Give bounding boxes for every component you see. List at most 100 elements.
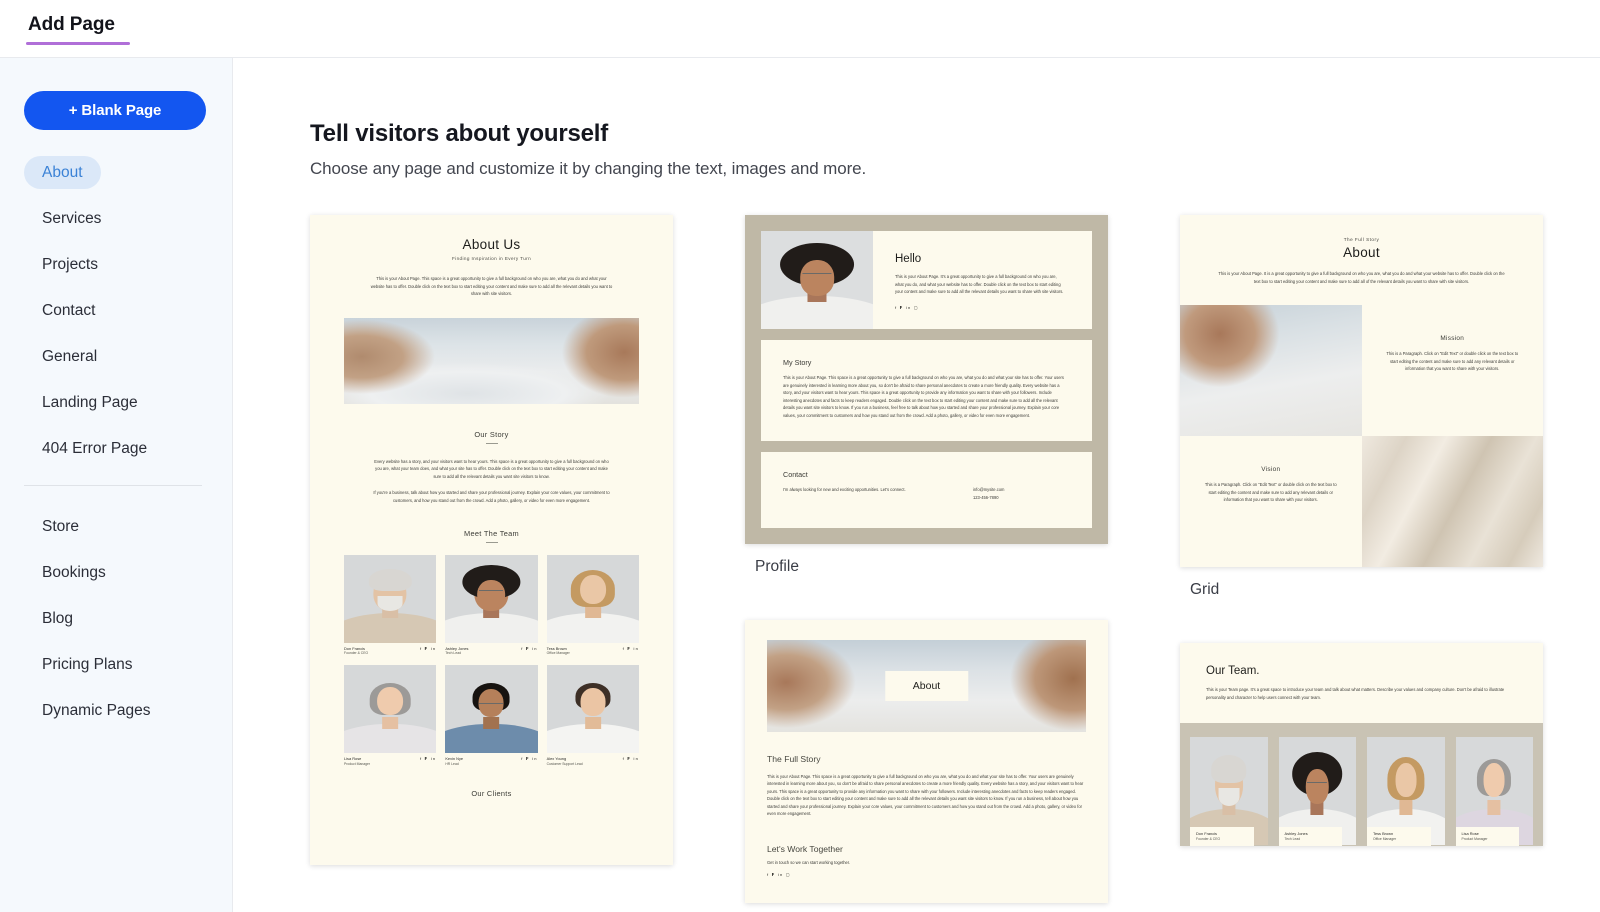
sidebar-item-about[interactable]: About bbox=[24, 156, 101, 189]
team-member-meta: Lisa Rose Product Manager f 𝗙 in bbox=[344, 756, 436, 767]
sidebar-item-dynamic-pages[interactable]: Dynamic Pages bbox=[24, 694, 169, 727]
team-member: Kevin Nye HR Lead f 𝗙 in bbox=[445, 665, 538, 767]
template-card-our-team[interactable]: Our Team. This is your Team page. It's a… bbox=[1180, 643, 1543, 880]
main-heading: Tell visitors about yourself bbox=[310, 120, 609, 147]
preview-my-story-heading: My Story bbox=[783, 358, 812, 367]
preview-intro-text: This is your About Page. It is a great o… bbox=[1218, 271, 1505, 284]
preview-vision-heading: Vision bbox=[1261, 466, 1281, 474]
add-blank-page-button[interactable]: + Blank Page bbox=[24, 91, 206, 130]
team-member-role: Tech Lead bbox=[1284, 837, 1301, 842]
body-wrapper: + Blank Page About Services Projects Con… bbox=[0, 58, 1600, 912]
team-member: Tess Brown Office Manager f 𝗙 in bbox=[546, 554, 639, 657]
template-card-full-story[interactable]: About The Full Story This is your About … bbox=[745, 619, 1108, 912]
sidebar-item-404-error-page[interactable]: 404 Error Page bbox=[24, 432, 165, 465]
team-member-meta: Kevin Nye HR Lead f 𝗙 in bbox=[445, 756, 537, 767]
social-icons[interactable]: f 𝗙 in ▢ bbox=[767, 872, 1086, 877]
social-icons[interactable]: f 𝗙 in bbox=[420, 646, 436, 651]
team-member: Ashley Jones Tech Lead bbox=[1278, 737, 1356, 847]
preview-story-heading: Our Story bbox=[474, 429, 509, 439]
preview-full-story-body-wrap: The Full Story This is your About Page. … bbox=[745, 732, 1108, 818]
avatar bbox=[344, 665, 437, 754]
template-card-profile[interactable]: Hello This is your About Page. It's a gr… bbox=[745, 215, 1108, 610]
preview-quadrant-mission: Mission This is a Paragraph. Click on "E… bbox=[1361, 305, 1543, 437]
preview-our-team-strip: Don Francis Founder & CEO Ashley Jones T… bbox=[1180, 723, 1543, 847]
template-preview-our-team[interactable]: Our Team. This is your Team page. It's a… bbox=[1180, 643, 1543, 847]
sidebar: + Blank Page About Services Projects Con… bbox=[0, 58, 233, 912]
social-icons[interactable]: f 𝗙 in bbox=[623, 756, 639, 761]
preview-subheading: Finding Inspiration in Every Turn bbox=[451, 256, 532, 261]
page-title-underline bbox=[26, 42, 130, 45]
sidebar-item-bookings[interactable]: Bookings bbox=[24, 556, 124, 589]
preview-team-section: Meet The Team Don Francis Founder & CEO … bbox=[344, 529, 639, 768]
sidebar-item-contact[interactable]: Contact bbox=[24, 294, 113, 327]
preview-story-p1: Every website has a story, and your visi… bbox=[374, 458, 609, 479]
preview-hero-image bbox=[344, 317, 639, 404]
preview-my-story-panel: My Story This is your About Page. This s… bbox=[761, 340, 1092, 442]
template-card-grid[interactable]: The Full Story About This is your About … bbox=[1180, 215, 1543, 633]
sidebar-nav-primary: About Services Projects Contact General … bbox=[0, 156, 232, 465]
gallery-column-3: The Full Story About This is your About … bbox=[1180, 215, 1543, 890]
avatar bbox=[546, 665, 639, 754]
team-member: Lisa Rose Product Manager bbox=[1455, 737, 1533, 847]
social-icons[interactable]: f 𝗙 in bbox=[521, 646, 537, 651]
team-member: Don Francis Founder & CEO bbox=[1190, 737, 1268, 847]
preview-intro-text: This is your About Page. This space is a… bbox=[370, 276, 613, 297]
social-icons[interactable]: f 𝗙 in ▢ bbox=[895, 305, 1066, 310]
preview-hello-text: Hello This is your About Page. It's a gr… bbox=[873, 231, 1092, 329]
team-member-meta: Alex Young Customer Support Lead f 𝗙 in bbox=[547, 756, 639, 767]
template-preview-about-us[interactable]: About Us Finding Inspiration in Every Tu… bbox=[310, 215, 673, 865]
preview-contact-columns: I'm always looking for new and exciting … bbox=[783, 486, 1070, 501]
template-label-grid: Grid bbox=[1190, 581, 1220, 599]
preview-cta-section: Let's Work Together Get in touch so we c… bbox=[745, 818, 1108, 878]
team-member-role: Office Manager bbox=[546, 651, 570, 656]
preview-quadrant-image-marble bbox=[1361, 436, 1543, 568]
preview-hello-row: Hello This is your About Page. It's a gr… bbox=[761, 231, 1092, 329]
preview-our-team-body: This is your Team page. It's a great spa… bbox=[1206, 687, 1505, 700]
preview-team-grid: Don Francis Founder & CEO f 𝗙 in Ashley … bbox=[344, 554, 639, 768]
team-member-caption: Lisa Rose Product Manager bbox=[1455, 827, 1519, 847]
team-member-meta: Ashley Jones Tech Lead f 𝗙 in bbox=[445, 646, 537, 657]
sidebar-item-landing-page[interactable]: Landing Page bbox=[24, 386, 156, 419]
avatar bbox=[445, 554, 538, 643]
team-member-caption: Don Francis Founder & CEO bbox=[1190, 827, 1254, 847]
gallery-column-2: Hello This is your About Page. It's a gr… bbox=[745, 215, 1108, 912]
sidebar-item-projects[interactable]: Projects bbox=[24, 248, 116, 281]
avatar bbox=[761, 231, 873, 329]
preview-quadrant-image-landscape bbox=[1180, 305, 1362, 437]
template-preview-grid[interactable]: The Full Story About This is your About … bbox=[1180, 215, 1543, 568]
social-icons[interactable]: f 𝗙 in bbox=[623, 646, 639, 651]
sidebar-item-services[interactable]: Services bbox=[24, 202, 119, 235]
preview-heading: About Us bbox=[462, 237, 521, 252]
team-member-role: HR Lead bbox=[445, 762, 459, 767]
sidebar-item-pricing-plans[interactable]: Pricing Plans bbox=[24, 648, 150, 681]
team-member-role: Customer Support Lead bbox=[546, 762, 583, 767]
preview-mission-heading: Mission bbox=[1440, 335, 1465, 343]
preview-hello-body: This is your About Page. It's a great op… bbox=[895, 274, 1064, 295]
team-member-meta: Tess Brown Office Manager f 𝗙 in bbox=[547, 646, 639, 657]
template-preview-profile[interactable]: Hello This is your About Page. It's a gr… bbox=[745, 215, 1108, 544]
preview-full-story-body: This is your About Page. This space is a… bbox=[767, 773, 1084, 817]
page-title-wrap: Add Page bbox=[26, 14, 130, 45]
sidebar-item-store[interactable]: Store bbox=[24, 510, 97, 543]
team-member-role: Office Manager bbox=[1373, 837, 1397, 842]
team-member: Ashley Jones Tech Lead f 𝗙 in bbox=[445, 554, 538, 657]
preview-story-section: Our Story Every website has a story, and… bbox=[344, 430, 639, 505]
sidebar-item-general[interactable]: General bbox=[24, 340, 115, 373]
preview-quadrant-vision: Vision This is a Paragraph. Click on "Ed… bbox=[1180, 436, 1362, 568]
template-preview-full-story[interactable]: About The Full Story This is your About … bbox=[745, 619, 1108, 904]
preview-story-p2: If you're a business, talk about how you… bbox=[373, 490, 610, 503]
team-member-role: Founder & CEO bbox=[1196, 837, 1221, 842]
sidebar-item-blog[interactable]: Blog bbox=[24, 602, 91, 635]
template-card-about-us[interactable]: About Us Finding Inspiration in Every Tu… bbox=[310, 215, 673, 865]
social-icons[interactable]: f 𝗙 in bbox=[521, 756, 537, 761]
preview-team-heading: Meet The Team bbox=[464, 528, 519, 538]
avatar bbox=[344, 554, 437, 643]
template-label-profile: Profile bbox=[755, 557, 799, 575]
main-subheading: Choose any page and customize it by chan… bbox=[310, 159, 867, 178]
preview-grid-quadrants: Mission This is a Paragraph. Click on "E… bbox=[1180, 305, 1543, 568]
preview-clients-heading: Our Clients bbox=[471, 789, 512, 799]
preview-contact-heading: Contact bbox=[783, 470, 808, 480]
preview-grid-header: The Full Story About This is your About … bbox=[1180, 215, 1543, 305]
preview-cta-heading: Let's Work Together bbox=[767, 843, 843, 854]
social-icons[interactable]: f 𝗙 in bbox=[420, 756, 436, 761]
